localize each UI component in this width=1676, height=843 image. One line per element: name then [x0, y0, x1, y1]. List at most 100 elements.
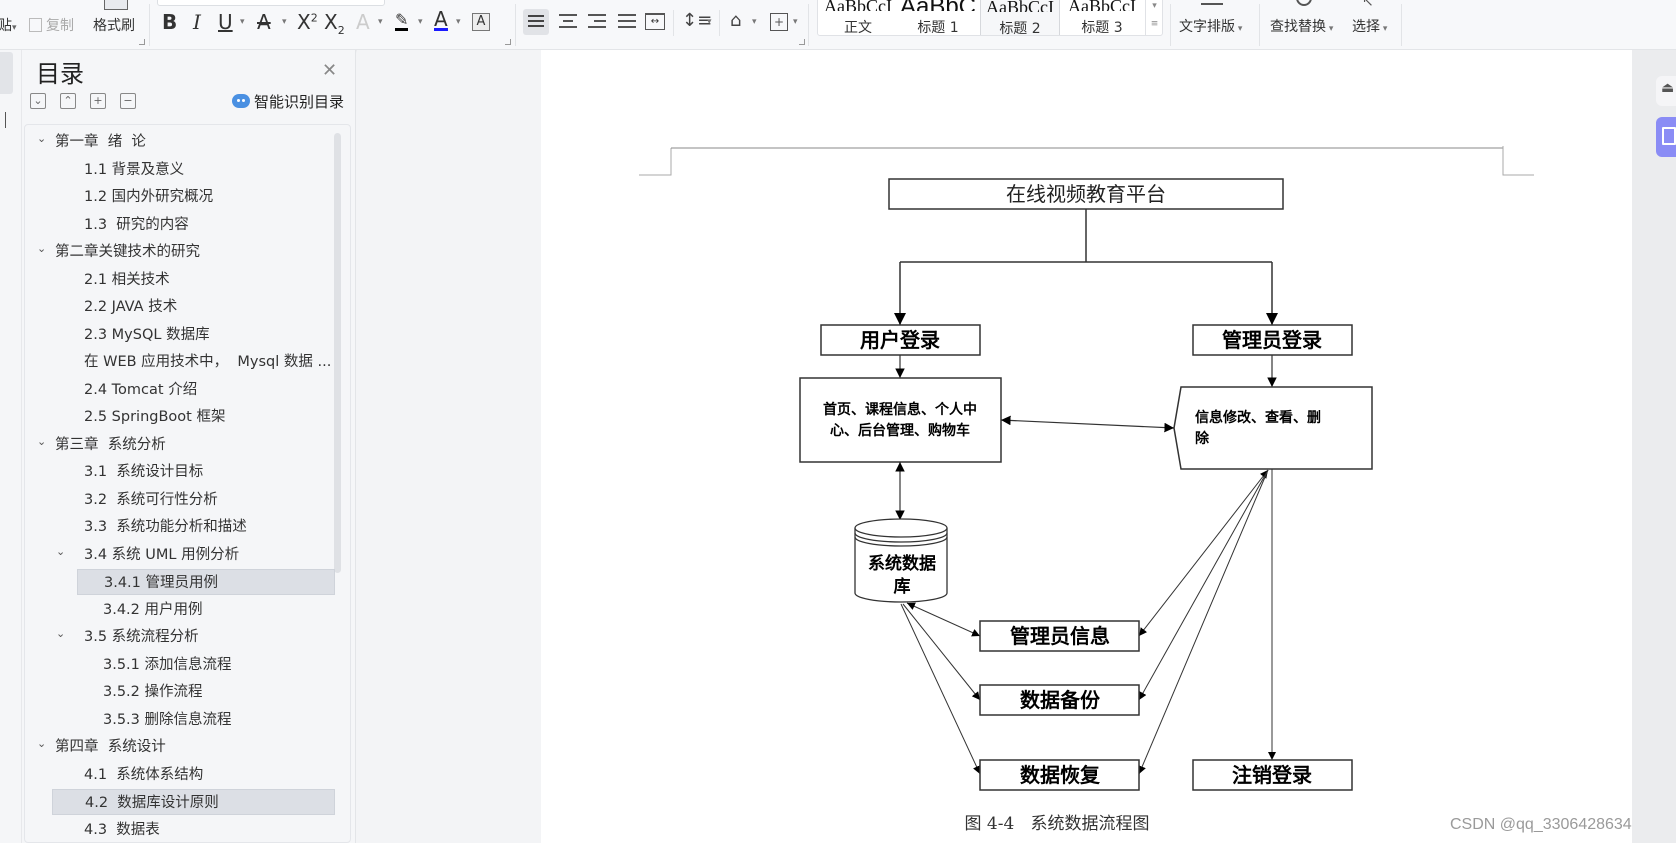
add-heading-button[interactable]: +: [90, 93, 106, 109]
shading-button[interactable]: ⌂: [730, 10, 741, 31]
database-label-line1: 系统数据: [868, 553, 936, 574]
toc-item-label: 4.3 数据表: [84, 821, 160, 838]
toc-item[interactable]: 3.1 系统设计目标: [25, 459, 335, 485]
align-center-button[interactable]: [559, 14, 577, 28]
toc-item[interactable]: 3.3 系统功能分析和描述: [25, 514, 335, 540]
toc-item[interactable]: ⌄ 第二章关键技术的研究: [25, 239, 335, 265]
toc-item[interactable]: 4.2 数据库设计原则: [52, 789, 335, 815]
toc-item[interactable]: ⌄ 第四章 系统设计: [25, 734, 335, 760]
text-layout-button[interactable]: 文字排版 ▾: [1179, 16, 1242, 36]
subscript-button[interactable]: X2: [324, 10, 345, 37]
highlighter-icon[interactable]: ✎: [395, 12, 409, 31]
chevron-down-icon[interactable]: ⌄: [37, 126, 46, 152]
borders-dropdown[interactable]: ▾: [793, 17, 798, 27]
toc-item[interactable]: ⌄ 第三章 系统分析: [25, 432, 335, 458]
toc-item[interactable]: ⌄ 第一章 绪 论: [25, 129, 335, 155]
figure-caption: 图 4-4 系统数据流程图: [965, 814, 1150, 834]
collapse-up-button[interactable]: ⌃: [60, 93, 76, 109]
underline-dropdown[interactable]: ▾: [240, 17, 245, 27]
document-panel-button[interactable]: [1656, 117, 1676, 157]
justify-button[interactable]: [618, 14, 636, 28]
toc-item[interactable]: 1.2 国内外研究概况: [25, 184, 335, 210]
toc-item[interactable]: 3.4.1 管理员用例: [77, 569, 335, 595]
format-painter-button[interactable]: 格式刷: [93, 15, 135, 35]
chevron-down-icon[interactable]: ⌄: [56, 539, 65, 565]
font-color-button[interactable]: A: [434, 9, 448, 31]
platform-label: 在线视频教育平台: [1006, 182, 1166, 206]
paste-button[interactable]: 贴▾: [0, 15, 17, 35]
text-effect-dropdown[interactable]: ▾: [378, 17, 383, 27]
style-heading-2[interactable]: AaBbCcI 标题 2: [980, 0, 1060, 35]
expand-down-button[interactable]: ⌄: [30, 93, 46, 109]
highlight-dropdown[interactable]: ▾: [418, 17, 423, 27]
char-border-button[interactable]: A: [472, 13, 490, 31]
toc-item[interactable]: 4.1 系统体系结构: [25, 762, 335, 788]
toc-item-label: 2.1 相关技术: [84, 271, 170, 288]
user-functions-box: [799, 377, 1002, 463]
remove-heading-button[interactable]: −: [120, 93, 136, 109]
strikethrough-button[interactable]: A: [257, 10, 271, 34]
toc-item[interactable]: 3.2 系统可行性分析: [25, 487, 335, 513]
toc-item[interactable]: 3.5.3 删除信息流程: [25, 707, 335, 733]
toc-item-label: 第一章 绪 论: [55, 134, 146, 150]
superscript-button[interactable]: X2: [297, 10, 318, 34]
style-heading-3[interactable]: AaBbCcI 标题 3: [1062, 0, 1142, 35]
collapse-panel-button[interactable]: ⏏: [1656, 76, 1676, 106]
find-replace-button[interactable]: 查找替换 ▾: [1270, 16, 1333, 36]
copy-button[interactable]: 复制: [29, 15, 74, 35]
close-icon[interactable]: ✕: [322, 60, 337, 81]
db-arrows: [900, 602, 981, 775]
toc-item[interactable]: ⌄ 3.5 系统流程分析: [25, 624, 335, 650]
chevron-down-icon[interactable]: ⌄: [37, 236, 46, 262]
strikethrough-dropdown[interactable]: ▾: [282, 17, 287, 27]
font-color-dropdown[interactable]: ▾: [456, 17, 461, 27]
copy-icon: [29, 18, 42, 32]
toc-scrollbar[interactable]: [334, 133, 341, 573]
shading-dropdown[interactable]: ▾: [752, 17, 757, 27]
chevron-down-icon[interactable]: ⌄: [37, 731, 46, 757]
italic-button[interactable]: I: [193, 10, 201, 34]
toc-item-label: 在 WEB 应用技术中， Mysql 数据 ...: [84, 354, 332, 370]
toc-item[interactable]: 在 WEB 应用技术中， Mysql 数据 ...: [25, 349, 335, 375]
style-normal[interactable]: AaBbCcI 正文: [818, 0, 898, 35]
style-gallery-scroll[interactable]: ▾ ≡: [1145, 0, 1162, 35]
toc-item[interactable]: 4.3 数据表: [25, 817, 335, 843]
bold-button[interactable]: B: [162, 10, 177, 34]
paste-label: 贴: [0, 18, 12, 34]
nav-tab-toc[interactable]: [0, 52, 13, 94]
font-dialog-launcher[interactable]: [505, 39, 511, 45]
line-spacing-dropdown[interactable]: ▾: [707, 17, 712, 27]
toc-item[interactable]: ⌄ 3.4 系统 UML 用例分析: [25, 542, 335, 568]
toc-item-label: 1.3 研究的内容: [84, 216, 189, 233]
align-right-button[interactable]: [588, 14, 606, 28]
distribute-button[interactable]: ↔: [645, 13, 665, 30]
chevron-down-icon[interactable]: ⌄: [56, 621, 65, 647]
copy-label: 复制: [46, 18, 74, 34]
format-painter-icon: [104, 0, 128, 10]
chevron-down-icon[interactable]: ⌄: [37, 429, 46, 455]
align-left-button[interactable]: [523, 9, 549, 35]
toc-item[interactable]: 2.5 SpringBoot 框架: [25, 404, 335, 430]
toc-item[interactable]: 3.4.2 用户用例: [25, 597, 335, 623]
toc-item[interactable]: 3.5.2 操作流程: [25, 679, 335, 705]
toc-item[interactable]: 2.1 相关技术: [25, 267, 335, 293]
toc-item-label: 4.2 数据库设计原则: [85, 795, 219, 811]
nav-tab-other[interactable]: [0, 112, 6, 128]
select-button[interactable]: 选择 ▾: [1352, 16, 1387, 36]
toc-item[interactable]: 1.3 研究的内容: [25, 212, 335, 238]
toc-item[interactable]: 3.5.1 添加信息流程: [25, 652, 335, 678]
font-name-box[interactable]: [157, 0, 385, 6]
smart-toc-button[interactable]: 智能识别目录: [232, 91, 344, 112]
toc-item-label: 第三章 系统分析: [55, 436, 166, 453]
toc-item[interactable]: 2.2 JAVA 技术: [25, 294, 335, 320]
text-effect-button[interactable]: A: [356, 10, 370, 34]
toc-item[interactable]: 1.1 背景及意义: [25, 157, 335, 183]
underline-button[interactable]: U: [218, 10, 233, 34]
paragraph-dialog-launcher[interactable]: [799, 39, 805, 45]
clipboard-dialog-launcher[interactable]: [139, 39, 145, 45]
toc-item[interactable]: 2.4 Tomcat 介绍: [25, 377, 335, 403]
borders-button[interactable]: +: [770, 13, 788, 31]
toc-item-label: 4.1 系统体系结构: [84, 766, 204, 783]
style-heading-1[interactable]: AaBbC 标题 1: [898, 0, 978, 35]
toc-item[interactable]: 2.3 MySQL 数据库: [25, 322, 335, 348]
